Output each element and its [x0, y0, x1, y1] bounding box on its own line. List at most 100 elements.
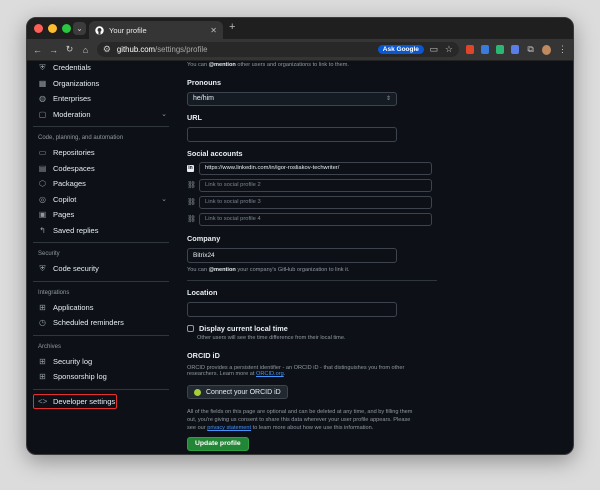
tab-title: Your profile: [109, 25, 147, 35]
chevron-down-icon: ⌄: [76, 24, 83, 33]
local-time-hint: Other users will see the time difference…: [197, 335, 346, 341]
tab-strip: ⌄ Your profile ✕ +: [27, 18, 573, 39]
mention-hint: You can @mention other users and organiz…: [187, 62, 349, 68]
reload-icon[interactable]: ↻: [65, 44, 74, 55]
organization-icon: ▦: [38, 78, 47, 88]
ask-google-button[interactable]: Ask Google: [377, 45, 424, 54]
forward-icon[interactable]: →: [49, 45, 58, 55]
copilot-icon: ◎: [39, 194, 46, 204]
log-icon: ⊞: [39, 372, 46, 382]
social-accounts-list: in https://www.linkedin.com/in/igor-rosl…: [187, 159, 432, 227]
sidebar-item-applications[interactable]: ⊞ Applications: [27, 300, 177, 316]
new-tab-button[interactable]: +: [229, 21, 235, 33]
extension-icon[interactable]: [465, 45, 474, 54]
local-time-label[interactable]: Display current local time: [199, 324, 288, 333]
social-account-2-input[interactable]: Link to social profile 2: [199, 179, 432, 192]
sidebar-item-scheduled-reminders[interactable]: ◷ Scheduled reminders: [27, 315, 177, 331]
highlight-box: [33, 393, 117, 409]
sidebar-heading-archives: Archives: [38, 343, 62, 350]
privacy-statement-link[interactable]: privacy statement: [207, 425, 251, 431]
sidebar-item-code-security[interactable]: ⛨ Code security: [27, 261, 177, 277]
divider: [33, 280, 169, 282]
bookmark-star-icon[interactable]: ☆: [444, 44, 454, 55]
extension-icon[interactable]: [511, 45, 520, 54]
sidebar-item-organizations[interactable]: ▦ Organizations: [27, 76, 177, 92]
report-icon: ▢: [38, 109, 47, 119]
shield-icon: ⛨: [39, 264, 46, 274]
apps-icon: ⊞: [39, 302, 46, 312]
pronouns-label: Pronouns: [187, 78, 222, 87]
maximize-window-button[interactable]: [62, 24, 71, 33]
location-label: Location: [187, 288, 218, 297]
log-icon: ⊞: [39, 356, 46, 366]
pronouns-select[interactable]: he/him ⇕: [187, 92, 397, 106]
url-text[interactable]: github.com/settings/profile: [117, 45, 373, 54]
close-window-button[interactable]: [34, 24, 43, 33]
cast-icon[interactable]: ▭: [429, 44, 439, 55]
sidebar-item-copilot[interactable]: ◎ Copilot ⌄: [27, 192, 177, 208]
sidebar-item-pages[interactable]: ▣ Pages: [27, 207, 177, 223]
sidebar-item-saved-replies[interactable]: ↰ Saved replies: [27, 223, 177, 239]
codespaces-icon: ▤: [38, 163, 47, 173]
address-bar[interactable]: ⚙ github.com/settings/profile Ask Google…: [96, 42, 459, 57]
select-caret-icon: ⇕: [385, 96, 391, 102]
close-tab-icon[interactable]: ✕: [210, 26, 217, 35]
browser-window: ⌄ Your profile ✕ + ← → ↻ ⌂ ⚙ github.com/…: [26, 17, 574, 455]
orcid-link[interactable]: ORCID.org: [256, 371, 284, 377]
tab-search-button[interactable]: ⌄: [73, 22, 86, 35]
social-account-3-input[interactable]: Link to social profile 3: [199, 196, 432, 209]
minimize-window-button[interactable]: [48, 24, 57, 33]
linkedin-icon: in: [187, 165, 194, 172]
sidebar-item-developer-settings[interactable]: <> Developer settings: [27, 393, 177, 410]
extension-icon[interactable]: [496, 45, 505, 54]
company-input[interactable]: Bitrix24: [187, 248, 397, 263]
social-account-4-input[interactable]: Link to social profile 4: [199, 213, 432, 226]
divider: [187, 280, 437, 281]
sidebar-item-credentials[interactable]: ⛨ Credentials: [27, 61, 177, 76]
settings-sidebar: ⛨ Credentials ▦ Organizations ◍ Enterpri…: [27, 61, 177, 409]
location-input[interactable]: [187, 302, 397, 317]
local-time-row: Display current local time: [187, 324, 288, 333]
divider: [33, 126, 169, 127]
divider: [33, 334, 169, 336]
social-account-row: ⛓ Link to social profile 2: [187, 178, 432, 193]
link-icon: ⛓: [187, 199, 196, 206]
social-accounts-label: Social accounts: [187, 149, 243, 158]
sidebar-item-security-log[interactable]: ⊞ Security log: [27, 354, 177, 370]
social-account-1-input[interactable]: https://www.linkedin.com/in/igor-rosliak…: [199, 162, 432, 175]
url-input[interactable]: [187, 127, 397, 142]
sidebar-heading-security: Security: [38, 251, 60, 257]
sidebar-heading-code: Code, planning, and automation: [38, 135, 124, 141]
sidebar-item-moderation[interactable]: ▢ Moderation ⌄: [27, 107, 177, 123]
connect-orcid-button[interactable]: Connect your ORCID iD: [187, 385, 288, 399]
chevron-down-icon: ⌄: [161, 195, 167, 203]
translate-extension-icon[interactable]: [480, 45, 489, 54]
sidebar-item-sponsorship-log[interactable]: ⊞ Sponsorship log: [27, 369, 177, 385]
puzzle-extensions-icon[interactable]: ⧉: [526, 44, 535, 55]
back-icon[interactable]: ←: [33, 45, 42, 55]
kebab-menu-icon[interactable]: ⋮: [558, 44, 567, 55]
site-settings-icon[interactable]: ⚙: [102, 44, 112, 55]
orcid-icon: [194, 388, 201, 396]
sidebar-item-packages[interactable]: ⬡ Packages: [27, 176, 177, 192]
local-time-checkbox[interactable]: [187, 325, 194, 332]
sidebar-item-enterprises[interactable]: ◍ Enterprises: [27, 91, 177, 107]
package-icon: ⬡: [39, 179, 46, 189]
update-profile-button[interactable]: Update profile: [187, 437, 249, 451]
tab-your-profile[interactable]: Your profile ✕: [89, 21, 223, 39]
social-account-row: ⛓ Link to social profile 4: [187, 212, 432, 227]
sidebar-item-codespaces[interactable]: ▤ Codespaces: [27, 161, 177, 177]
profile-avatar[interactable]: [542, 44, 551, 55]
repo-icon: ▭: [38, 148, 47, 158]
page-content: ⛨ Credentials ▦ Organizations ◍ Enterpri…: [27, 61, 573, 454]
divider: [33, 242, 169, 243]
home-icon[interactable]: ⌂: [81, 45, 90, 55]
url-label: URL: [187, 113, 202, 122]
browser-toolbar: ← → ↻ ⌂ ⚙ github.com/settings/profile As…: [27, 39, 573, 61]
github-icon: [95, 25, 104, 35]
social-account-row: in https://www.linkedin.com/in/igor-rosl…: [187, 161, 432, 176]
sidebar-item-repositories[interactable]: ▭ Repositories: [27, 145, 177, 161]
company-hint: You can @mention your company's GitHub o…: [187, 267, 350, 273]
shield-check-icon: ⛨: [39, 63, 46, 73]
privacy-footer: All of the fields on this page are optio…: [187, 409, 413, 432]
